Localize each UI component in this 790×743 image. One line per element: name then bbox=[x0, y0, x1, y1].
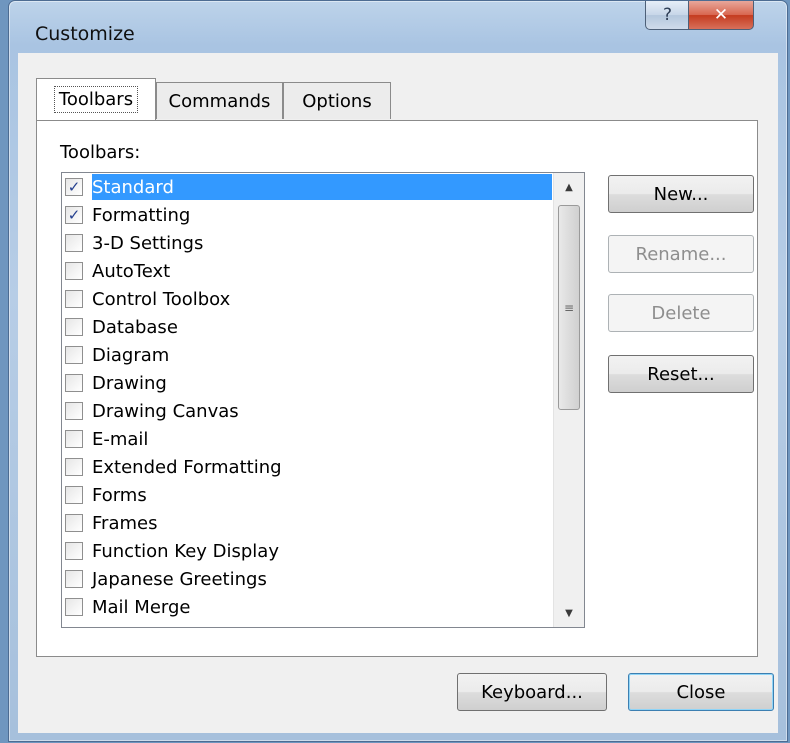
toolbar-checkbox[interactable]: ✓ bbox=[65, 178, 83, 196]
title-close-button[interactable]: ✕ bbox=[688, 1, 754, 30]
toolbar-checkbox[interactable] bbox=[65, 458, 83, 476]
toolbar-list-item[interactable]: Diagram bbox=[62, 341, 552, 369]
help-icon: ? bbox=[662, 5, 673, 25]
tab-label: Commands bbox=[168, 90, 271, 112]
tab-options[interactable]: Options bbox=[283, 82, 391, 119]
toolbar-item-label: 3-D Settings bbox=[92, 232, 204, 254]
toolbar-list-item[interactable]: Drawing bbox=[62, 369, 552, 397]
tab-commands[interactable]: Commands bbox=[156, 82, 283, 119]
toolbars-list-label: Toolbars: bbox=[60, 142, 141, 163]
toolbar-item-label: E-mail bbox=[92, 428, 149, 450]
toolbars-listbox[interactable]: ✓ Standard ✓ Formatting 3-D Settings AutoText… bbox=[61, 172, 585, 628]
toolbar-checkbox[interactable] bbox=[65, 234, 83, 252]
toolbar-list-item[interactable]: Database bbox=[62, 313, 552, 341]
dialog-title: Customize bbox=[35, 23, 135, 45]
toolbar-item-label: Extended Formatting bbox=[92, 456, 282, 478]
scroll-up-icon[interactable]: ▲ bbox=[554, 173, 584, 201]
toolbar-list-item[interactable]: Frames bbox=[62, 509, 552, 537]
toolbar-item-label: Forms bbox=[92, 484, 147, 506]
scroll-down-icon[interactable]: ▼ bbox=[554, 599, 584, 627]
toolbar-item-label: Mail Merge bbox=[92, 596, 191, 618]
toolbar-list-item[interactable]: Function Key Display bbox=[62, 537, 552, 565]
toolbar-checkbox[interactable] bbox=[65, 374, 83, 392]
toolbar-checkbox[interactable] bbox=[65, 346, 83, 364]
toolbar-list-item[interactable]: Forms bbox=[62, 481, 552, 509]
toolbar-checkbox[interactable] bbox=[65, 598, 83, 616]
tab-label: Options bbox=[302, 90, 372, 112]
grip-icon: ≡ bbox=[563, 300, 575, 315]
toolbar-item-label: Standard bbox=[92, 176, 174, 198]
help-button[interactable]: ? bbox=[645, 1, 690, 30]
toolbar-list-item[interactable]: ✓ Standard bbox=[62, 173, 552, 201]
toolbar-item-label: Formatting bbox=[92, 204, 191, 226]
toolbar-item-label: AutoText bbox=[92, 260, 171, 282]
toolbar-item-label: Database bbox=[92, 316, 178, 338]
toolbar-item-label: Drawing Canvas bbox=[92, 400, 239, 422]
toolbar-list-item[interactable]: Mail Merge bbox=[62, 593, 552, 621]
tab-label: Toolbars bbox=[53, 86, 139, 113]
keyboard-button[interactable]: Keyboard... bbox=[457, 673, 607, 711]
toolbar-item-label: Function Key Display bbox=[92, 540, 279, 562]
toolbar-list-item[interactable]: Control Toolbox bbox=[62, 285, 552, 313]
toolbar-list-item[interactable]: AutoText bbox=[62, 257, 552, 285]
toolbar-checkbox[interactable] bbox=[65, 542, 83, 560]
toolbar-checkbox[interactable] bbox=[65, 318, 83, 336]
new-button[interactable]: New... bbox=[608, 175, 754, 213]
toolbar-checkbox[interactable] bbox=[65, 290, 83, 308]
toolbar-checkbox[interactable] bbox=[65, 430, 83, 448]
delete-button[interactable]: Delete bbox=[608, 294, 754, 332]
toolbar-list-item[interactable]: 3-D Settings bbox=[62, 229, 552, 257]
toolbars-list-items: ✓ Standard ✓ Formatting 3-D Settings AutoText… bbox=[62, 173, 552, 621]
tab-toolbars[interactable]: Toolbars bbox=[36, 78, 156, 120]
scroll-thumb[interactable]: ≡ bbox=[558, 205, 580, 410]
toolbar-list-item[interactable]: Drawing Canvas bbox=[62, 397, 552, 425]
close-button[interactable]: Close bbox=[628, 673, 774, 711]
toolbar-checkbox[interactable] bbox=[65, 486, 83, 504]
toolbar-checkbox[interactable]: ✓ bbox=[65, 206, 83, 224]
checkmark-icon: ✓ bbox=[67, 178, 81, 196]
list-scrollbar[interactable]: ▲ ≡ ▼ bbox=[553, 173, 584, 627]
toolbar-item-label: Control Toolbox bbox=[92, 288, 231, 310]
close-icon: ✕ bbox=[713, 5, 729, 25]
rename-button[interactable]: Rename... bbox=[608, 235, 754, 273]
checkmark-icon: ✓ bbox=[67, 206, 81, 224]
toolbar-item-label: Drawing bbox=[92, 372, 167, 394]
toolbar-item-label: Diagram bbox=[92, 344, 170, 366]
toolbar-list-item[interactable]: ✓ Formatting bbox=[62, 201, 552, 229]
toolbar-list-item[interactable]: E-mail bbox=[62, 425, 552, 453]
toolbar-list-item[interactable]: Extended Formatting bbox=[62, 453, 552, 481]
toolbar-item-label: Frames bbox=[92, 512, 158, 534]
toolbar-list-item[interactable]: Japanese Greetings bbox=[62, 565, 552, 593]
toolbar-checkbox[interactable] bbox=[65, 570, 83, 588]
toolbar-item-label: Japanese Greetings bbox=[92, 568, 267, 590]
toolbar-checkbox[interactable] bbox=[65, 402, 83, 420]
toolbar-checkbox[interactable] bbox=[65, 514, 83, 532]
toolbar-checkbox[interactable] bbox=[65, 262, 83, 280]
reset-button[interactable]: Reset... bbox=[608, 355, 754, 393]
